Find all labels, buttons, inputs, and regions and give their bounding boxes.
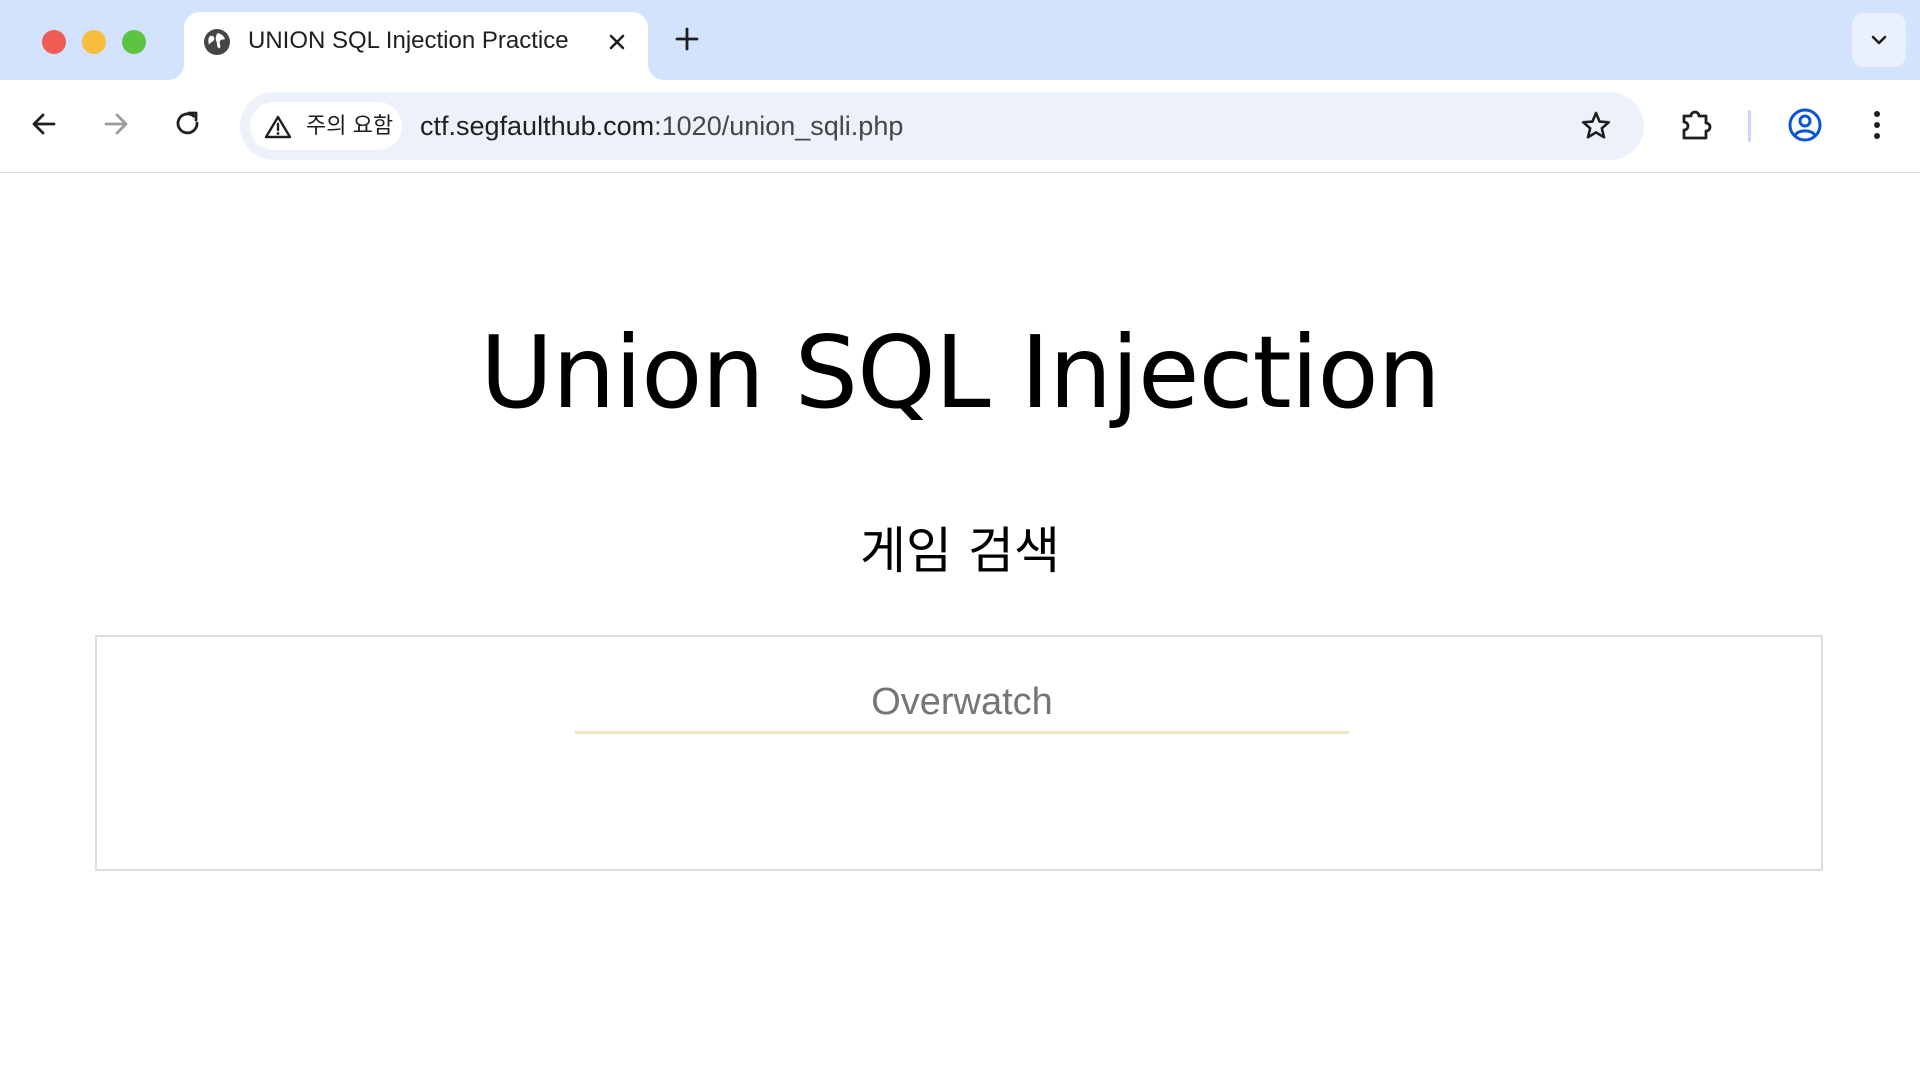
tab-strip: UNION SQL Injection Practice <box>0 0 1920 80</box>
active-tab[interactable]: UNION SQL Injection Practice <box>184 12 648 80</box>
url-text[interactable]: ctf.segfaulthub.com:1020/union_sqli.php <box>420 108 903 144</box>
chevron-down-icon <box>1871 35 1887 45</box>
profile-avatar-icon[interactable] <box>1784 104 1826 146</box>
game-search-input[interactable] <box>575 673 1349 734</box>
address-bar[interactable]: 주의 요함 ctf.segfaulthub.com:1020/union_sql… <box>240 92 1644 160</box>
toolbar-divider <box>1748 110 1751 142</box>
forward-button[interactable] <box>96 104 136 144</box>
security-chip-label: 주의 요함 <box>306 113 394 138</box>
page-content: Union SQL Injection 게임 검색 <box>0 173 1920 1080</box>
page-title: Union SQL Injection <box>479 314 1441 431</box>
puzzle-piece-icon[interactable] <box>1676 104 1718 146</box>
security-chip[interactable]: 주의 요함 <box>250 102 402 150</box>
search-form <box>95 635 1823 871</box>
browser-toolbar: 주의 요함 ctf.segfaulthub.com:1020/union_sql… <box>0 80 1920 173</box>
tab-search-button[interactable] <box>1852 13 1906 67</box>
new-tab-icon[interactable] <box>670 22 704 56</box>
window-minimize-button[interactable] <box>82 30 106 54</box>
arrow-right-icon <box>104 113 128 135</box>
section-heading: 게임 검색 <box>860 522 1060 580</box>
tab-title: UNION SQL Injection Practice <box>248 27 569 54</box>
kebab-menu-icon[interactable] <box>1856 104 1898 146</box>
arrow-left-icon <box>32 113 56 135</box>
back-button[interactable] <box>24 104 64 144</box>
globe-icon <box>202 27 232 57</box>
url-path: :1020/union_sqli.php <box>654 111 904 141</box>
reload-icon <box>176 111 199 135</box>
window-maximize-button[interactable] <box>122 30 146 54</box>
bookmark-star-icon[interactable] <box>1578 108 1614 144</box>
reload-button[interactable] <box>168 104 208 144</box>
url-host: ctf.segfaulthub.com <box>420 111 655 141</box>
close-tab-icon[interactable] <box>602 27 632 57</box>
warning-triangle-icon <box>264 115 292 139</box>
window-close-button[interactable] <box>42 30 66 54</box>
